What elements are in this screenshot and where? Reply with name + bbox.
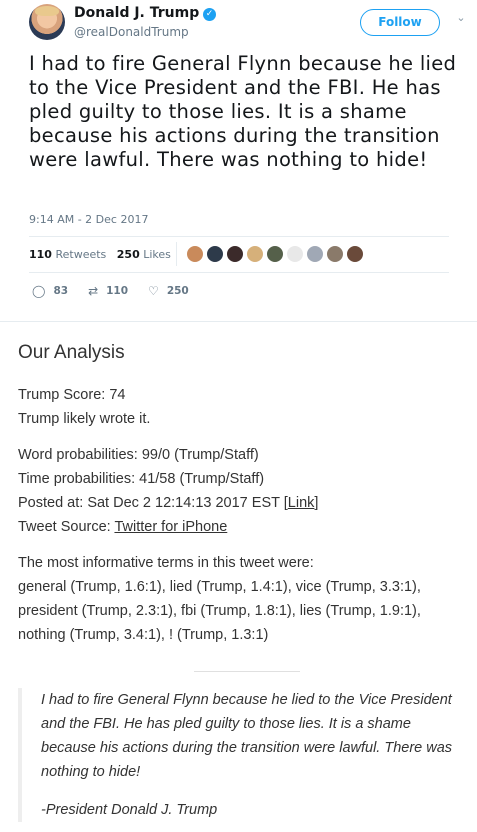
divider xyxy=(29,272,449,273)
tweet-stats: 110 Retweets 250 Likes xyxy=(29,248,171,261)
divider xyxy=(176,242,177,266)
retweet-count: 110 xyxy=(106,285,129,297)
retweet-icon: ⇄ xyxy=(88,284,99,298)
trump-score: Trump Score: 74 xyxy=(18,387,126,403)
quote-signature: -President Donald J. Trump xyxy=(41,802,218,818)
liker-avatar[interactable] xyxy=(186,245,204,263)
tweet-source-link[interactable]: Twitter for iPhone xyxy=(114,519,227,535)
word-probabilities: Word probabilities: 99/0 (Trump/Staff) xyxy=(18,447,259,463)
tweet-quote: I had to fire General Flynn because he l… xyxy=(18,688,468,822)
trump-likely: Trump likely wrote it. xyxy=(18,411,151,427)
like-button[interactable]: ♡ 250 xyxy=(148,284,189,298)
tweet-text: I had to fire General Flynn because he l… xyxy=(29,52,457,171)
analysis-section: Our Analysis Trump Score: 74 Trump likel… xyxy=(18,342,468,647)
terms-intro: The most informative terms in this tweet… xyxy=(18,555,314,571)
likes-label[interactable]: Likes xyxy=(143,248,171,261)
liker-avatar[interactable] xyxy=(306,245,324,263)
tweet-actions: ◯ 83 ⇄ 110 ♡ 250 xyxy=(32,284,209,298)
analysis-title: Our Analysis xyxy=(18,342,125,363)
liker-avatars xyxy=(186,245,364,265)
chevron-down-icon[interactable]: ⌄ xyxy=(454,11,468,25)
retweets-label[interactable]: Retweets xyxy=(55,248,106,261)
posted-link[interactable]: Link xyxy=(288,495,315,511)
time-probabilities: Time probabilities: 41/58 (Trump/Staff) xyxy=(18,471,265,487)
retweet-button[interactable]: ⇄ 110 xyxy=(88,284,128,298)
posted-at-text: Posted at: Sat Dec 2 12:14:13 2017 EST [ xyxy=(18,495,288,511)
likes-count[interactable]: 250 xyxy=(117,248,140,261)
informative-terms: general (Trump, 1.6:1), lied (Trump, 1.4… xyxy=(18,579,421,643)
divider xyxy=(194,671,300,672)
like-count: 250 xyxy=(166,285,189,297)
liker-avatar[interactable] xyxy=(286,245,304,263)
author-name[interactable]: Donald J. Trump xyxy=(74,5,199,21)
liker-avatar[interactable] xyxy=(246,245,264,263)
author-handle[interactable]: @realDonaldTrump xyxy=(74,25,189,39)
tweet-source-label: Tweet Source: xyxy=(18,519,115,535)
heart-icon: ♡ xyxy=(148,284,159,298)
follow-button[interactable]: Follow xyxy=(360,9,440,36)
retweets-count[interactable]: 110 xyxy=(29,248,52,261)
posted-at: Posted at: Sat Dec 2 12:14:13 2017 EST [… xyxy=(18,491,468,515)
quote-text: I had to fire General Flynn because he l… xyxy=(41,692,453,780)
tweet-source: Tweet Source: Twitter for iPhone xyxy=(18,515,468,539)
avatar[interactable] xyxy=(29,4,65,40)
reply-count: 83 xyxy=(53,285,69,297)
liker-avatar[interactable] xyxy=(266,245,284,263)
embedded-tweet: Donald J. Trump ✓ @realDonaldTrump Follo… xyxy=(0,0,477,322)
tweet-timestamp[interactable]: 9:14 AM - 2 Dec 2017 xyxy=(29,213,148,226)
liker-avatar[interactable] xyxy=(206,245,224,263)
liker-avatar[interactable] xyxy=(326,245,344,263)
posted-suffix: ] xyxy=(314,495,319,511)
divider xyxy=(29,236,449,237)
verified-badge-icon: ✓ xyxy=(203,8,216,21)
reply-button[interactable]: ◯ 83 xyxy=(32,284,68,298)
liker-avatar[interactable] xyxy=(346,245,364,263)
reply-icon: ◯ xyxy=(32,284,46,298)
liker-avatar[interactable] xyxy=(226,245,244,263)
